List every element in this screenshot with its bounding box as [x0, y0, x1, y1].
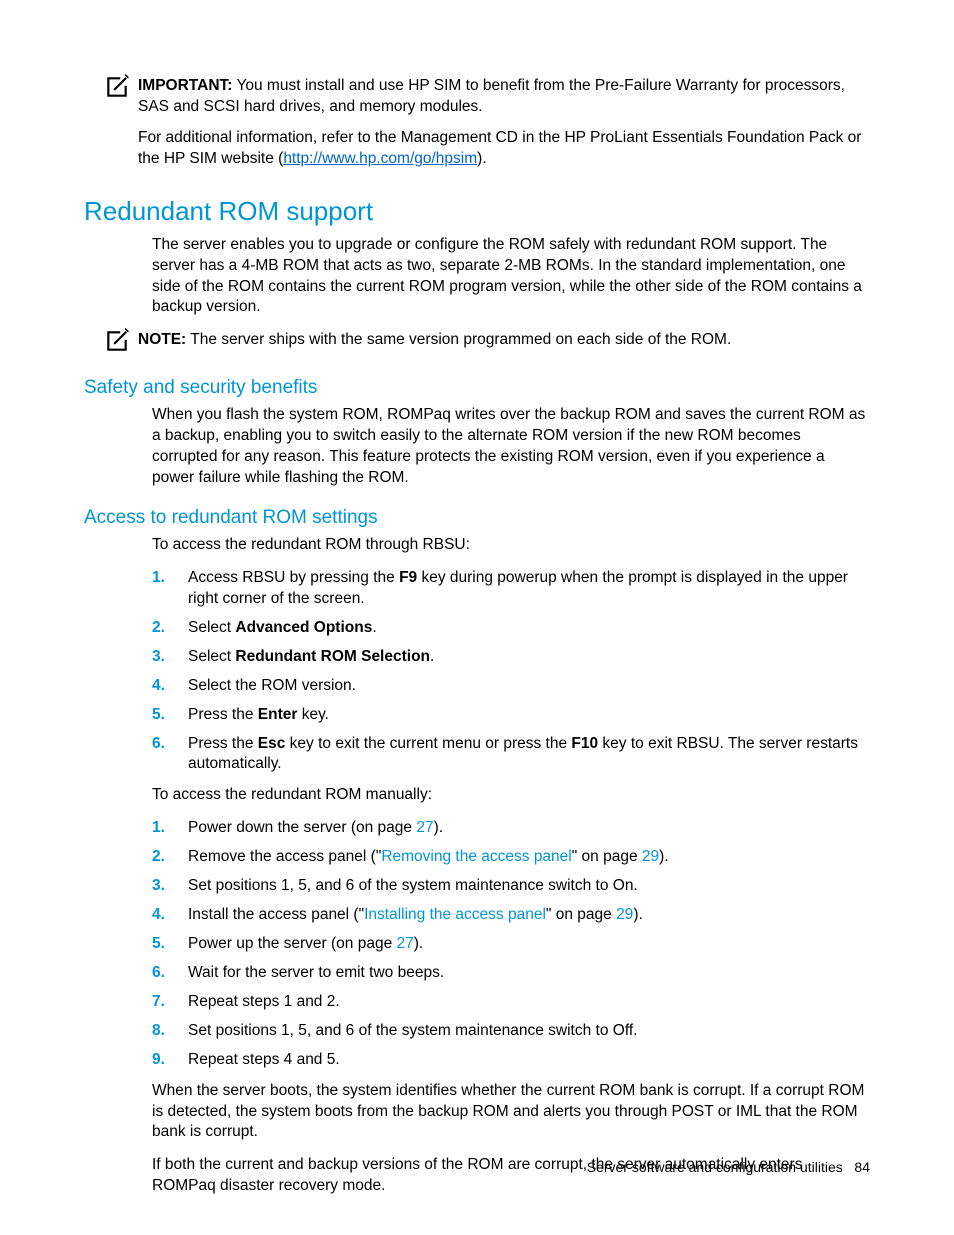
- list-item: 6.Wait for the server to emit two beeps.: [152, 963, 870, 984]
- list-item: 6.Press the Esc key to exit the current …: [152, 734, 870, 776]
- callout-note: NOTE: The server ships with the same ver…: [104, 330, 870, 359]
- heading-safety: Safety and security benefits: [84, 377, 870, 399]
- page-xref[interactable]: 29: [642, 848, 659, 865]
- hpsim-link[interactable]: http://www.hp.com/go/hpsim: [283, 150, 477, 167]
- paragraph-boot1: When the server boots, the system identi…: [152, 1081, 870, 1144]
- list-item: 7.Repeat steps 1 and 2.: [152, 992, 870, 1013]
- paragraph-manual-intro: To access the redundant ROM manually:: [152, 785, 870, 806]
- paragraph-redundant: The server enables you to upgrade or con…: [152, 235, 870, 319]
- important-text: You must install and use HP SIM to benef…: [138, 77, 845, 115]
- list-item: 1.Power down the server (on page 27).: [152, 818, 870, 839]
- important-label: IMPORTANT:: [138, 77, 232, 94]
- heading-access: Access to redundant ROM settings: [84, 507, 870, 529]
- paragraph-access-intro: To access the redundant ROM through RBSU…: [152, 535, 870, 556]
- note-pencil-icon: [104, 74, 132, 105]
- page-xref[interactable]: 29: [616, 906, 633, 923]
- rbsu-steps-list: 1.Access RBSU by pressing the F9 key dur…: [152, 568, 870, 775]
- list-item: 4.Select the ROM version.: [152, 676, 870, 697]
- footer-section: Server software and configuration utilit…: [587, 1159, 843, 1175]
- callout-important: IMPORTANT: You must install and use HP S…: [104, 76, 870, 170]
- list-item: 8.Set positions 1, 5, and 6 of the syste…: [152, 1021, 870, 1042]
- list-item: 2.Remove the access panel ("Removing the…: [152, 847, 870, 868]
- page-xref[interactable]: 27: [397, 935, 414, 952]
- list-item: 1.Access RBSU by pressing the F9 key dur…: [152, 568, 870, 610]
- list-item: 3.Select Redundant ROM Selection.: [152, 647, 870, 668]
- note-label: NOTE:: [138, 331, 186, 348]
- page-xref[interactable]: 27: [416, 819, 433, 836]
- document-page: IMPORTANT: You must install and use HP S…: [0, 0, 954, 1235]
- manual-steps-list: 1.Power down the server (on page 27). 2.…: [152, 818, 870, 1070]
- paragraph-safety: When you flash the system ROM, ROMPaq wr…: [152, 405, 870, 489]
- list-item: 2.Select Advanced Options.: [152, 618, 870, 639]
- page-footer: Server software and configuration utilit…: [587, 1159, 870, 1175]
- list-item: 3.Set positions 1, 5, and 6 of the syste…: [152, 876, 870, 897]
- list-item: 4.Install the access panel ("Installing …: [152, 905, 870, 926]
- section-xref[interactable]: Installing the access panel: [364, 906, 546, 923]
- heading-redundant-rom: Redundant ROM support: [84, 196, 870, 227]
- list-item: 5.Press the Enter key.: [152, 705, 870, 726]
- note-text: The server ships with the same version p…: [186, 331, 731, 348]
- list-item: 9.Repeat steps 4 and 5.: [152, 1050, 870, 1071]
- section-xref[interactable]: Removing the access panel: [381, 848, 571, 865]
- important-p2b: ).: [477, 150, 486, 167]
- page-number: 84: [854, 1159, 870, 1175]
- list-item: 5.Power up the server (on page 27).: [152, 934, 870, 955]
- important-p2a: For additional information, refer to the…: [138, 129, 861, 167]
- note-pencil-icon: [104, 328, 132, 359]
